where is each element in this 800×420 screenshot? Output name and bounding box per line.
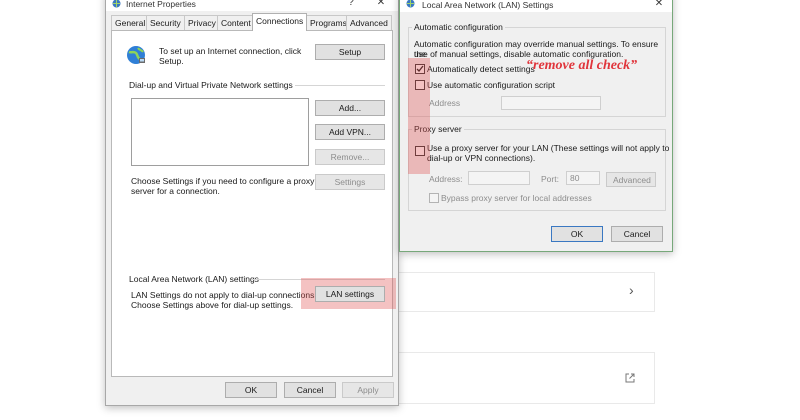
advanced-button[interactable]: Advanced xyxy=(606,172,656,187)
close-button[interactable]: ✕ xyxy=(650,0,668,9)
use-proxy-label-line2: dial-up or VPN connections). xyxy=(427,153,536,163)
help-button[interactable]: ? xyxy=(342,0,360,8)
auto-detect-label: Automatically detect settings xyxy=(427,64,535,74)
script-address-input[interactable] xyxy=(501,96,601,110)
port-label: Port: xyxy=(541,174,559,184)
dialup-heading: Dial-up and Virtual Private Network sett… xyxy=(129,80,293,90)
lan-text: LAN Settings do not apply to dial-up con… xyxy=(131,290,317,300)
internet-properties-window: Internet Properties ? ✕ General Security… xyxy=(105,0,399,406)
auto-config-heading: Automatic configuration xyxy=(412,22,505,32)
close-button[interactable]: ✕ xyxy=(372,0,390,8)
settings-button[interactable]: Settings xyxy=(315,174,385,190)
globe-network-icon xyxy=(125,44,147,66)
apply-button[interactable]: Apply xyxy=(342,382,394,398)
window-title: Internet Properties xyxy=(126,0,196,9)
setup-text: To set up an Internet connection, click xyxy=(159,46,302,56)
proxy-address-input[interactable] xyxy=(468,171,530,185)
remove-all-check-annotation: “remove all check” xyxy=(526,58,638,73)
add-button[interactable]: Add... xyxy=(315,100,385,116)
ok-button[interactable]: OK xyxy=(225,382,277,398)
internet-options-icon xyxy=(406,0,415,8)
tab-content[interactable]: Content xyxy=(217,15,255,31)
lan-cancel-button[interactable]: Cancel xyxy=(611,226,663,242)
lan-settings-dialog: Local Area Network (LAN) Settings ✕ Auto… xyxy=(399,0,673,252)
lan-heading: Local Area Network (LAN) settings xyxy=(129,274,259,284)
proxy-settings-text-line2: server for a connection. xyxy=(131,186,220,196)
chevron-right-icon: › xyxy=(629,282,634,298)
bypass-label: Bypass proxy server for local addresses xyxy=(441,193,592,203)
tab-connections[interactable]: Connections xyxy=(252,13,308,31)
tab-general[interactable]: General xyxy=(111,15,150,31)
proxy-address-label: Address: xyxy=(429,174,463,184)
port-input[interactable]: 80 xyxy=(566,171,600,185)
proxy-settings-text: Choose Settings if you need to configure… xyxy=(131,176,315,186)
tab-programs[interactable]: Programs xyxy=(306,15,351,31)
external-link-icon xyxy=(625,373,635,383)
lan-text-line2: Choose Settings above for dial-up settin… xyxy=(131,300,294,310)
cancel-button[interactable]: Cancel xyxy=(284,382,336,398)
settings-card-proxy[interactable]: › xyxy=(360,272,655,312)
tab-security[interactable]: Security xyxy=(146,15,185,31)
lan-window-title: Local Area Network (LAN) Settings xyxy=(422,0,554,10)
tab-privacy[interactable]: Privacy xyxy=(184,15,220,31)
settings-card-link[interactable] xyxy=(360,352,655,404)
internet-options-icon xyxy=(112,0,121,8)
lan-ok-button[interactable]: OK xyxy=(551,226,603,242)
setup-text-line2: Setup. xyxy=(159,56,184,66)
tab-advanced[interactable]: Advanced xyxy=(346,15,392,31)
checkbox-column-highlight xyxy=(408,58,430,174)
use-proxy-label: Use a proxy server for your LAN (These s… xyxy=(427,143,670,153)
bypass-checkbox[interactable] xyxy=(429,193,439,203)
title-bar: Internet Properties ? ✕ xyxy=(106,0,398,11)
setup-button[interactable]: Setup xyxy=(315,44,385,60)
add-vpn-button[interactable]: Add VPN... xyxy=(315,124,385,140)
use-script-label: Use automatic configuration script xyxy=(427,80,556,90)
lan-title-bar: Local Area Network (LAN) Settings ✕ xyxy=(400,0,672,12)
lan-settings-button[interactable]: LAN settings xyxy=(315,286,385,302)
script-address-label: Address xyxy=(429,98,461,108)
connections-list[interactable] xyxy=(131,98,309,166)
remove-button[interactable]: Remove... xyxy=(315,149,385,165)
dialup-divider xyxy=(295,85,385,86)
connections-panel: To set up an Internet connection, click … xyxy=(111,30,396,377)
